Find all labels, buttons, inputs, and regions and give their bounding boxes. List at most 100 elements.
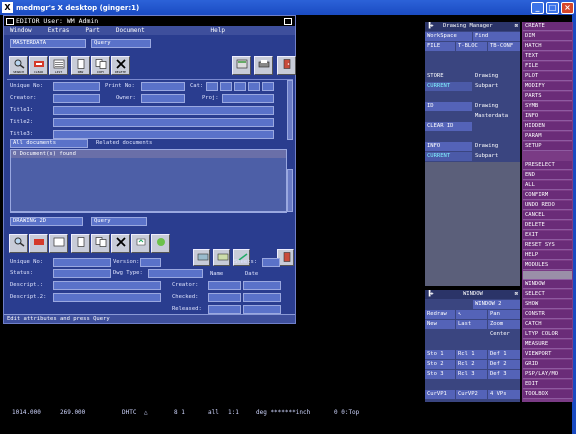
- cmd-setup[interactable]: SETUP: [523, 142, 572, 151]
- cmd-hidden[interactable]: HIDDEN: [523, 122, 572, 131]
- calculator-button[interactable]: [232, 56, 251, 75]
- menu-extras[interactable]: Extras: [48, 27, 70, 34]
- cmd-exit[interactable]: EXIT: [523, 231, 572, 240]
- lower-clear-button[interactable]: [29, 234, 48, 253]
- cmd-select[interactable]: SELECT: [523, 290, 572, 299]
- menu-help[interactable]: Help: [211, 27, 225, 34]
- info-current-button[interactable]: CURRENT: [425, 152, 472, 161]
- masterdata-field[interactable]: MASTERDATA: [10, 39, 86, 48]
- cmd-confirm[interactable]: CONFIRM: [523, 191, 572, 200]
- store-button[interactable]: STORE: [425, 72, 472, 81]
- cat-field-5[interactable]: [262, 82, 274, 91]
- proj-field[interactable]: [222, 94, 274, 103]
- cmd-ltyp-color[interactable]: LTYP COLOR: [523, 330, 572, 339]
- cmd-modules[interactable]: MODULES: [523, 261, 572, 270]
- cat-field-2[interactable]: [220, 82, 232, 91]
- cmd-constr[interactable]: CONSTR: [523, 310, 572, 319]
- descript1-field[interactable]: [53, 281, 161, 290]
- cmd-catch[interactable]: CATCH: [523, 320, 572, 329]
- cmd-cancel[interactable]: CANCEL: [523, 211, 572, 220]
- creator-field[interactable]: [53, 94, 100, 103]
- find-button[interactable]: Find: [473, 32, 520, 41]
- view-button[interactable]: [193, 249, 210, 266]
- close-button[interactable]: ×: [561, 1, 574, 14]
- cmd-edit[interactable]: EDIT: [523, 380, 572, 389]
- lower-list-button[interactable]: [49, 234, 68, 253]
- file-button[interactable]: FILE: [425, 42, 455, 51]
- info-button[interactable]: INFO: [425, 142, 472, 151]
- cmd-plot[interactable]: PLOT: [523, 72, 572, 81]
- cmd-end[interactable]: END: [523, 171, 572, 180]
- cmd-delete[interactable]: DELETE: [523, 221, 572, 230]
- cmd-show[interactable]: SHOW: [523, 300, 572, 309]
- owner-field[interactable]: [141, 94, 185, 103]
- drawing-query-field[interactable]: Query: [91, 217, 147, 226]
- lower-new-button[interactable]: [71, 234, 90, 253]
- cmd-symb[interactable]: SYMB: [523, 102, 572, 111]
- clear-button[interactable]: CLEAR: [29, 56, 48, 75]
- zoom-button[interactable]: Zoom: [488, 320, 520, 329]
- cmd-grid[interactable]: GRID: [523, 360, 572, 369]
- cmd-file[interactable]: FILE: [523, 62, 572, 71]
- rcl-3-button[interactable]: Rcl 3: [456, 370, 487, 379]
- list-horizontal-scrollbar[interactable]: [10, 212, 287, 213]
- search-button[interactable]: SEARCH: [9, 56, 28, 75]
- status-field[interactable]: [53, 269, 111, 278]
- def-3-button[interactable]: Def 3: [488, 370, 520, 379]
- def-2-button[interactable]: Def 2: [488, 360, 520, 369]
- last-window-button[interactable]: Last: [456, 320, 487, 329]
- def-1-button[interactable]: Def 1: [488, 350, 520, 359]
- cmd-toolbox[interactable]: TOOLBOX: [523, 390, 572, 399]
- clear-id-button[interactable]: CLEAR ID: [425, 122, 472, 131]
- all-documents-tab[interactable]: All documents: [10, 139, 88, 148]
- new-window-button[interactable]: New: [425, 320, 455, 329]
- related-documents-tab[interactable]: Related documents: [96, 140, 152, 146]
- print-button[interactable]: [254, 56, 273, 75]
- cmd-help[interactable]: HELP: [523, 251, 572, 260]
- checked-date-field[interactable]: [243, 293, 281, 302]
- snap-mode[interactable]: DHTC: [122, 409, 136, 416]
- cmd-param[interactable]: PARAM: [523, 132, 572, 141]
- list-button[interactable]: LIST: [49, 56, 68, 75]
- cmd-create[interactable]: CREATE: [523, 22, 572, 31]
- released-name-field[interactable]: [208, 305, 241, 314]
- curvp2-button[interactable]: CurVP2: [456, 390, 487, 399]
- load-button[interactable]: [131, 234, 150, 253]
- 4-vps-button[interactable]: 4 VPs: [488, 390, 520, 399]
- cmd-reset-sys[interactable]: RESET SYS: [523, 241, 572, 250]
- creator-name-field[interactable]: [208, 281, 241, 290]
- cmd-info[interactable]: INFO: [523, 112, 572, 121]
- lower-copy-button[interactable]: [91, 234, 110, 253]
- sto-1-button[interactable]: Sto 1: [425, 350, 455, 359]
- unique-no-field[interactable]: [53, 82, 100, 91]
- window-2-button[interactable]: WINDOW 2: [473, 300, 520, 309]
- editor-minimize-icon[interactable]: [284, 17, 292, 25]
- lower-search-button[interactable]: [9, 234, 28, 253]
- dwg-type-field[interactable]: [148, 269, 203, 278]
- cat-field-3[interactable]: [234, 82, 246, 91]
- sto-3-button[interactable]: Sto 3: [425, 370, 455, 379]
- minimize-button[interactable]: _: [531, 1, 544, 14]
- cmd-preselect[interactable]: PRESELECT: [523, 161, 572, 170]
- cmd-text[interactable]: TEXT: [523, 52, 572, 61]
- green-tool-button[interactable]: [151, 234, 170, 253]
- query-mode-field[interactable]: Query: [91, 39, 151, 48]
- window-panel-pin-icon[interactable]: ▐✚: [427, 290, 434, 299]
- layer-filter[interactable]: all: [208, 409, 219, 416]
- window-menu-icon[interactable]: [6, 17, 14, 25]
- workspace-button[interactable]: WorkSpace: [425, 32, 472, 41]
- cat-field-1[interactable]: [206, 82, 218, 91]
- new-button[interactable]: NEW: [71, 56, 90, 75]
- cmd-window[interactable]: WINDOW: [523, 280, 572, 289]
- menu-part[interactable]: Part: [85, 27, 99, 34]
- creator-date-field[interactable]: [243, 281, 281, 290]
- arrow-cursor-icon[interactable]: ↖: [456, 310, 487, 319]
- document-list[interactable]: 0 Document(s) found: [10, 149, 287, 212]
- cmd-psp-lay-mo[interactable]: PSP/LAY/MO: [523, 370, 572, 379]
- delete-button[interactable]: DELETE: [111, 56, 130, 75]
- sheets-field[interactable]: [262, 258, 280, 267]
- cmd-measure[interactable]: MEASURE: [523, 340, 572, 349]
- cmd-parts[interactable]: PARTS: [523, 92, 572, 101]
- copy-button[interactable]: COPY: [91, 56, 110, 75]
- t-bloc-button[interactable]: T-BLOC: [456, 42, 487, 51]
